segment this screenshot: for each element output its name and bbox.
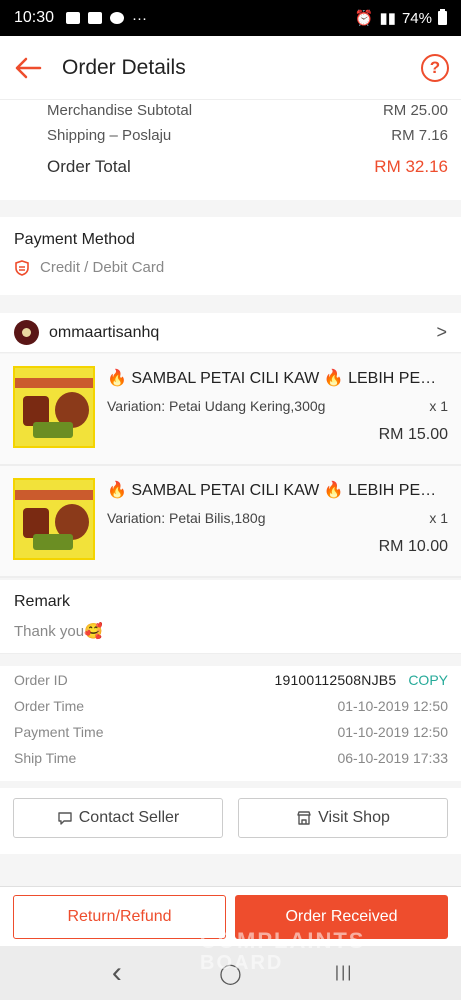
back-arrow-icon[interactable] — [12, 52, 44, 84]
product-name: 🔥 SAMBAL PETAI CILI KAW 🔥 LEBIH PEDAS — [107, 482, 437, 499]
remark-heading: Remark — [14, 593, 71, 610]
order-info-label: Order Time — [14, 698, 85, 714]
order-total-value: RM 32.16 — [374, 156, 448, 176]
order-info-value: 01-10-2019 12:50 — [337, 724, 448, 740]
copy-button[interactable]: COPY — [408, 672, 448, 688]
order-item[interactable]: 🔥 SAMBAL PETAI CILI KAW 🔥 LEBIH PEDAS Va… — [0, 354, 461, 466]
summary-value: RM 7.16 — [391, 127, 448, 144]
remark-text: Thank you🥰 — [14, 623, 103, 640]
nav-back-icon[interactable]: ‹ — [102, 956, 132, 989]
product-name: 🔥 SAMBAL PETAI CILI KAW 🔥 LEBIH PEDAS — [107, 370, 437, 387]
bottom-action-bar: Return/Refund Order Received — [0, 886, 461, 946]
product-price: RM 15.00 — [378, 426, 448, 443]
product-variation-row: Variation: Petai Bilis,180g x 1 — [107, 510, 448, 526]
merchandise-subtotal-row: Merchandise Subtotal RM 25.00 — [47, 100, 448, 120]
order-info-label: Ship Time — [14, 750, 77, 766]
more-icon: ··· — [132, 9, 148, 27]
nav-recent-icon[interactable]: ||| — [329, 958, 359, 988]
product-variation: Variation: Petai Udang Kering,300g — [107, 398, 326, 414]
chat-icon — [58, 812, 72, 825]
payment-time-row: Payment Time 01-10-2019 12:50 — [14, 719, 448, 745]
ship-time-row: Ship Time 06-10-2019 17:33 — [14, 745, 448, 771]
contact-seller-button[interactable]: Contact Seller — [13, 798, 223, 838]
order-info-label: Payment Time — [14, 724, 104, 740]
signal-icon: ▮▮ — [379, 10, 396, 27]
page-title: Order Details — [62, 55, 186, 79]
contact-seller-label: Contact Seller — [78, 809, 180, 826]
summary-label: Merchandise Subtotal — [47, 101, 193, 119]
payment-method-label: Credit / Debit Card — [40, 259, 165, 276]
order-received-button[interactable]: Order Received — [235, 895, 448, 939]
status-system-icons: ⏰ ▮▮ 74% — [355, 9, 447, 27]
shop-icon — [297, 811, 311, 825]
laptop-icon — [88, 12, 103, 24]
product-variation-row: Variation: Petai Udang Kering,300g x 1 — [107, 398, 448, 414]
order-id-value: 19100112508NJB5 — [274, 672, 397, 688]
help-icon[interactable]: ? — [421, 53, 449, 82]
summary-label: Shipping – Poslaju — [47, 127, 172, 144]
order-info-section: Order ID 19100112508NJB5 COPY Order Time… — [0, 666, 461, 781]
order-time-row: Order Time 01-10-2019 12:50 — [14, 693, 448, 719]
shop-avatar — [14, 320, 39, 345]
nav-home-icon[interactable]: ◯ — [215, 958, 245, 988]
payment-method: Credit / Debit Card — [14, 259, 447, 276]
image-icon — [66, 12, 81, 24]
order-info-value: 01-10-2019 12:50 — [337, 698, 448, 714]
return-refund-button[interactable]: Return/Refund — [13, 895, 226, 939]
order-info-label: Order ID — [14, 672, 68, 688]
product-image — [13, 366, 95, 448]
payment-method-section: Payment Method Credit / Debit Card — [0, 217, 461, 295]
summary-value: RM 25.00 — [382, 101, 448, 119]
alarm-icon: ⏰ — [354, 10, 374, 27]
status-bar: 10:30 ··· ⏰ ▮▮ 74% — [0, 0, 461, 36]
summary-label: Order Total — [47, 156, 131, 176]
shipping-row: Shipping – Poslaju RM 7.16 — [47, 120, 448, 151]
order-info-value: 06-10-2019 17:33 — [337, 750, 448, 766]
order-id-row: Order ID 19100112508NJB5 COPY — [14, 667, 448, 693]
shop-row[interactable]: ommaartisanhq > — [0, 313, 461, 353]
payment-heading: Payment Method — [14, 231, 135, 248]
visit-shop-label: Visit Shop — [318, 809, 390, 826]
product-variation: Variation: Petai Bilis,180g — [107, 510, 266, 526]
chevron-right-icon: > — [436, 322, 447, 342]
product-quantity: x 1 — [429, 398, 448, 414]
shop-name: ommaartisanhq — [49, 323, 160, 341]
status-time: 10:30 — [14, 9, 55, 26]
product-price: RM 10.00 — [378, 538, 448, 555]
app-header: Order Details ? — [0, 36, 461, 100]
action-buttons: Contact Seller Visit Shop — [0, 788, 461, 854]
order-summary: Merchandise Subtotal RM 25.00 Shipping –… — [0, 100, 461, 200]
shield-icon — [15, 259, 29, 276]
remark-section: Remark Thank you🥰 — [0, 580, 461, 654]
order-item[interactable]: 🔥 SAMBAL PETAI CILI KAW 🔥 LEBIH PEDAS Va… — [0, 466, 461, 578]
visit-shop-button[interactable]: Visit Shop — [238, 798, 448, 838]
battery-icon — [438, 9, 447, 25]
product-image — [13, 478, 95, 560]
battery-percent: 74% — [401, 9, 432, 27]
status-notification-icons: ··· — [66, 10, 147, 27]
order-total-row: Order Total RM 32.16 — [47, 151, 448, 182]
product-quantity: x 1 — [429, 510, 448, 526]
compass-icon — [110, 12, 125, 24]
system-nav-bar: ‹ ◯ ||| — [0, 946, 461, 1000]
